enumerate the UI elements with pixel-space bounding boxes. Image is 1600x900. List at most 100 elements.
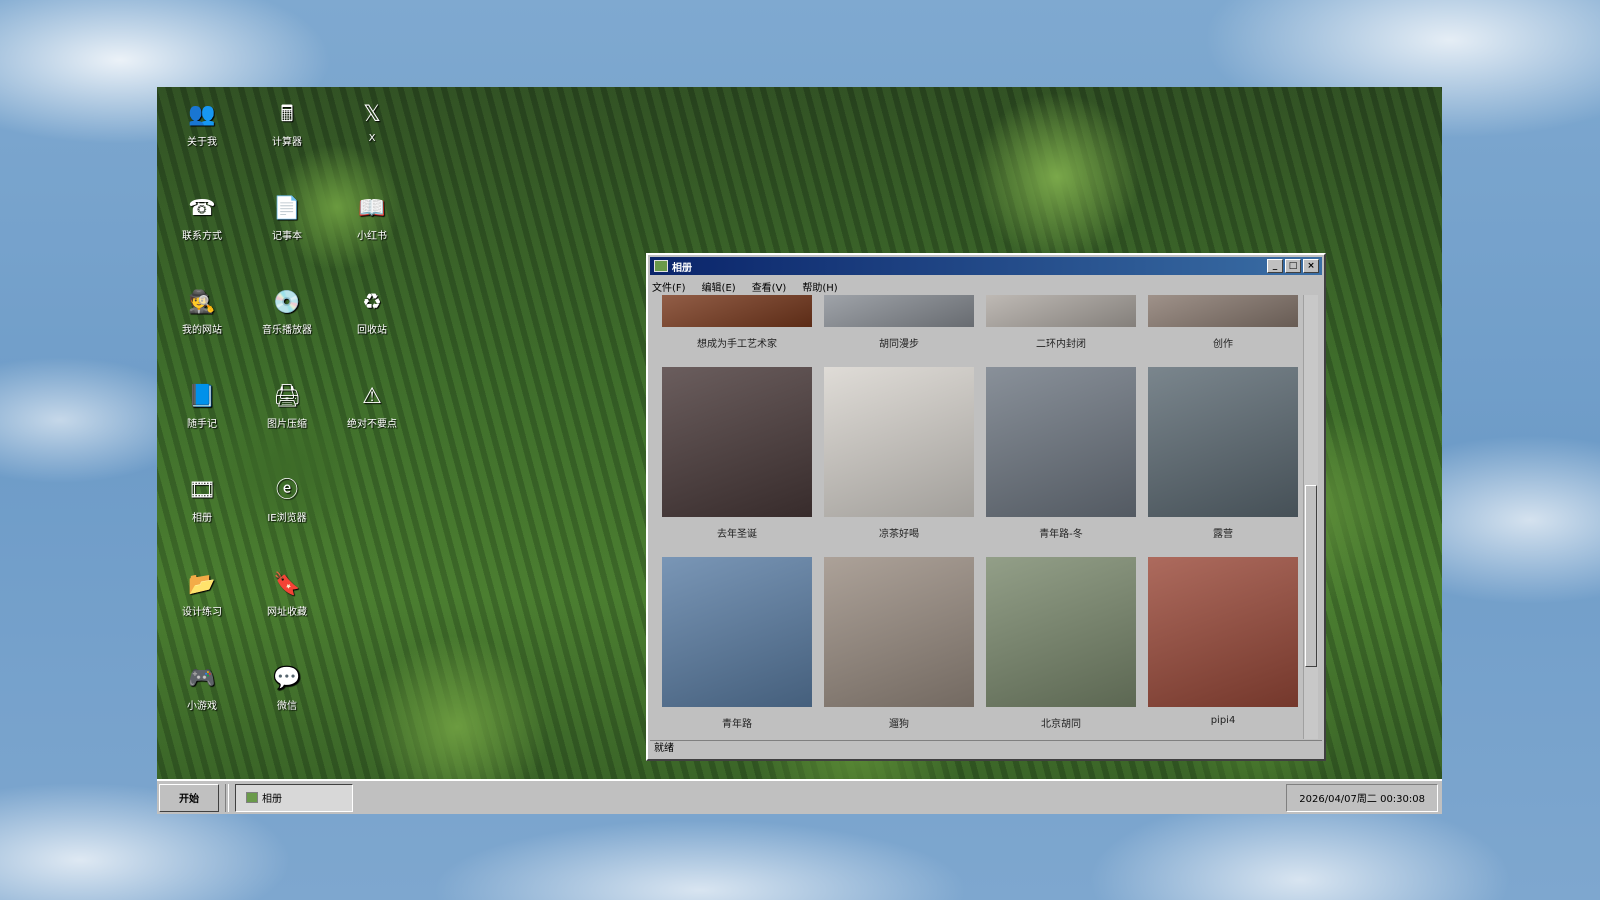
close-button[interactable]: × [1303, 259, 1319, 273]
desktop-icon-label: 网址收藏 [267, 607, 307, 618]
taskbar-divider [225, 783, 229, 812]
desktop-icon-contact[interactable]: ☎ 联系方式 [162, 193, 242, 243]
photo-caption: 想成为手工艺术家 [697, 339, 777, 350]
recycle-bin-icon: ♻ [362, 290, 382, 315]
desktop-icon-mini-games[interactable]: 🎮 小游戏 [162, 663, 242, 713]
calculator-icon: 🖩 [280, 102, 294, 127]
desktop-icon-do-not-click[interactable]: ⚠ 绝对不要点 [332, 381, 412, 431]
taskbar-item-album[interactable]: 相册 [235, 783, 353, 812]
photo-thumbnail[interactable] [662, 367, 812, 517]
photo-thumbnail[interactable] [986, 557, 1136, 707]
photo-caption: 青年路-冬 [1039, 529, 1083, 540]
photo-caption: pipi4 [1210, 715, 1236, 726]
photo-caption: 凉茶好喝 [879, 529, 919, 540]
desktop-icon-calculator[interactable]: 🖩 计算器 [247, 99, 327, 149]
menu-file[interactable]: 文件(F) [652, 279, 686, 294]
photo-caption: 遛狗 [889, 719, 909, 730]
photo-tile[interactable]: pipi4 [1148, 557, 1298, 726]
desktop-icon-label: 微信 [277, 701, 297, 712]
desktop-icon-notepad[interactable]: 📄 记事本 [247, 193, 327, 243]
desktop-icon-label: 音乐播放器 [262, 325, 312, 336]
photo-tile[interactable]: 去年圣诞 [662, 367, 812, 540]
photo-tile[interactable]: 二环内封闭 [986, 295, 1136, 350]
photo-caption: 二环内封闭 [1036, 339, 1086, 350]
desktop-icon-label: 小红书 [357, 231, 387, 242]
desktop-icon-quick-notes[interactable]: 📘 随手记 [162, 381, 242, 431]
xiaohongshu-icon: 📖 [358, 196, 386, 221]
desktop-icon-my-website[interactable]: 🕵 我的网站 [162, 287, 242, 337]
wechat-icon: 💬 [273, 666, 301, 691]
contact-icon: ☎ [188, 196, 216, 221]
photo-thumbnail[interactable] [1148, 295, 1298, 327]
desktop-icon-album[interactable]: 🎞 相册 [162, 475, 242, 525]
photo-tile[interactable]: 露营 [1148, 367, 1298, 540]
design-practice-icon: 📂 [188, 572, 216, 597]
desktop-icon-label: 计算器 [272, 137, 302, 148]
desktop-icon-label: X [368, 133, 376, 144]
photo-tile[interactable]: 凉茶好喝 [824, 367, 974, 540]
desktop-icon-label: 我的网站 [182, 325, 222, 336]
photo-caption: 创作 [1213, 339, 1233, 350]
my-website-icon: 🕵 [188, 290, 216, 315]
desktop-icon-wechat[interactable]: 💬 微信 [247, 663, 327, 713]
photo-tile[interactable]: 青年路 [662, 557, 812, 730]
desktop-icon-label: 关于我 [187, 137, 217, 148]
desktop-icon-x[interactable]: 𝕏X [332, 99, 412, 145]
photo-caption: 青年路 [722, 719, 752, 730]
photo-tile[interactable]: 胡同漫步 [824, 295, 974, 350]
scrollbar-thumb[interactable] [1305, 485, 1317, 667]
photo-thumbnail[interactable] [662, 557, 812, 707]
album-icon: 🎞 [188, 478, 216, 503]
window-titlebar[interactable]: 相册 _ □ × [650, 257, 1322, 275]
photo-caption: 去年圣诞 [717, 529, 757, 540]
photo-tile[interactable]: 北京胡同 [986, 557, 1136, 730]
album-window: 相册 _ □ × 文件(F) 编辑(E) 查看(V) 帮助(H) 想成为手工艺术… [646, 253, 1326, 761]
vertical-scrollbar[interactable] [1303, 295, 1318, 739]
desktop-icon-label: 绝对不要点 [347, 419, 397, 430]
desktop-icon-label: 小游戏 [187, 701, 217, 712]
photo-thumbnail[interactable] [1148, 367, 1298, 517]
minimize-button[interactable]: _ [1267, 259, 1283, 273]
desktop-icon-label: 设计练习 [182, 607, 222, 618]
photo-thumbnail[interactable] [824, 295, 974, 327]
photo-tile[interactable]: 遛狗 [824, 557, 974, 730]
desktop-icon-label: 随手记 [187, 419, 217, 430]
desktop-icon-xiaohongshu[interactable]: 📖 小红书 [332, 193, 412, 243]
photo-gallery[interactable]: 想成为手工艺术家 胡同漫步 二环内封闭 创作去年圣诞 凉茶好喝 青年路-冬 露营青年路 遛狗 北… [654, 295, 1304, 739]
desktop-icon-label: 回收站 [357, 325, 387, 336]
do-not-click-icon: ⚠ [362, 384, 382, 409]
desktop-icon-about-me[interactable]: 👥 关于我 [162, 99, 242, 149]
notepad-icon: 📄 [273, 196, 301, 221]
photo-thumbnail[interactable] [986, 367, 1136, 517]
photo-thumbnail[interactable] [824, 557, 974, 707]
about-me-icon: 👥 [188, 102, 216, 127]
menu-edit[interactable]: 编辑(E) [702, 279, 736, 294]
photo-thumbnail[interactable] [986, 295, 1136, 327]
photo-tile[interactable]: 想成为手工艺术家 [662, 295, 812, 350]
album-icon [654, 260, 668, 272]
desktop-icon-recycle-bin[interactable]: ♻ 回收站 [332, 287, 412, 337]
photo-tile[interactable]: 创作 [1148, 295, 1298, 350]
photo-tile[interactable]: 青年路-冬 [986, 367, 1136, 540]
photo-thumbnail[interactable] [1148, 557, 1298, 707]
photo-caption: 露营 [1213, 529, 1233, 540]
music-player-icon: 💿 [273, 290, 301, 315]
photo-caption: 北京胡同 [1041, 719, 1081, 730]
x-icon: 𝕏 [363, 102, 381, 127]
menu-bar: 文件(F) 编辑(E) 查看(V) 帮助(H) [648, 277, 1324, 295]
photo-thumbnail[interactable] [824, 367, 974, 517]
ie-browser-icon: ⓔ [275, 478, 298, 503]
photo-thumbnail[interactable] [662, 295, 812, 327]
desktop-icon-design-practice[interactable]: 📂 设计练习 [162, 569, 242, 619]
desktop-icon-image-compress[interactable]: 🖨 图片压缩 [247, 381, 327, 431]
maximize-button[interactable]: □ [1285, 259, 1301, 273]
start-button[interactable]: 开始 [159, 783, 219, 812]
desktop-icon-ie-browser[interactable]: ⓔ IE浏览器 [247, 475, 327, 525]
desktop-icon-label: 图片压缩 [267, 419, 307, 430]
desktop-icon-bookmarks[interactable]: 🔖 网址收藏 [247, 569, 327, 619]
desktop-icon-music-player[interactable]: 💿 音乐播放器 [247, 287, 327, 337]
menu-view[interactable]: 查看(V) [752, 279, 787, 294]
menu-help[interactable]: 帮助(H) [802, 279, 837, 294]
image-compress-icon: 🖨 [273, 384, 301, 409]
desktop-icon-label: IE浏览器 [267, 513, 307, 524]
